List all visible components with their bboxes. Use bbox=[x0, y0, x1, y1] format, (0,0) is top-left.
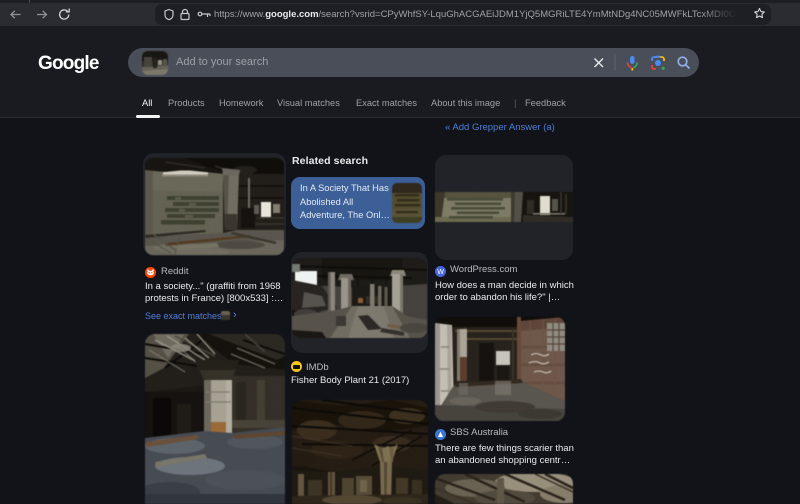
svg-text:W: W bbox=[437, 269, 444, 276]
